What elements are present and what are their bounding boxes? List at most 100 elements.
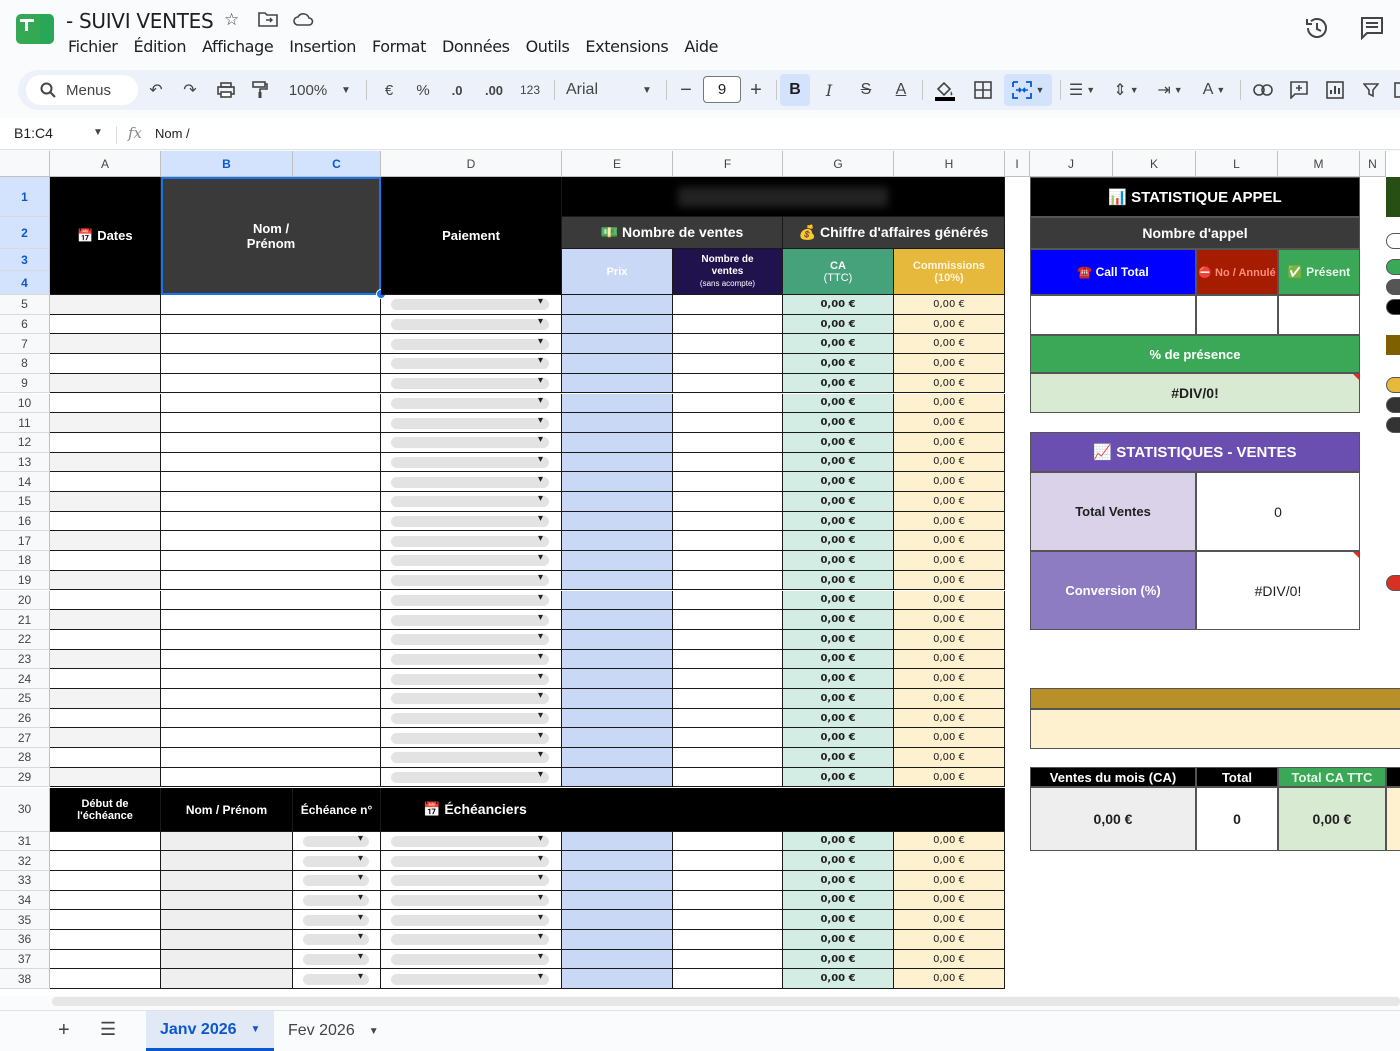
cell-nb-ventes[interactable] — [673, 511, 783, 532]
cell-paiement[interactable] — [381, 492, 562, 512]
cell-prix[interactable] — [562, 890, 673, 911]
cell-nb-ventes[interactable] — [673, 354, 783, 374]
cell-nom[interactable] — [161, 669, 381, 689]
cell-nom[interactable] — [161, 511, 381, 532]
column-header-c[interactable]: C — [293, 151, 381, 177]
cell-nom[interactable] — [161, 373, 381, 394]
cell-nb-ventes[interactable] — [673, 629, 783, 650]
paiement-dropdown[interactable] — [391, 474, 549, 488]
cell-nom[interactable] — [161, 649, 381, 670]
cell-prix[interactable] — [562, 851, 673, 871]
paiement-dropdown[interactable] — [391, 533, 549, 547]
row-header-28[interactable]: 28 — [0, 748, 50, 768]
conversion-label-cell[interactable]: Conversion (%) — [1030, 551, 1196, 630]
cell-ca-ttc[interactable]: 0,00 € — [783, 295, 894, 315]
cell-paiement[interactable] — [381, 413, 562, 433]
cell-date[interactable] — [50, 767, 161, 788]
cell-date[interactable] — [50, 413, 161, 433]
row-header-27[interactable]: 27 — [0, 728, 50, 749]
vertical-align-icon[interactable]: ⇕ ▼ — [1108, 70, 1144, 110]
cell-prix[interactable] — [562, 472, 673, 492]
cell-ca-ttc[interactable]: 0,00 € — [783, 354, 894, 374]
cell-echeance-numero[interactable] — [293, 831, 381, 852]
cell-paiement[interactable] — [381, 570, 562, 591]
row-header-6[interactable]: 6 — [0, 314, 50, 335]
cell-prix[interactable] — [562, 910, 673, 930]
decrease-font-size-button[interactable]: − — [676, 70, 696, 110]
row-header-5[interactable]: 5 — [0, 295, 50, 315]
zoom-select[interactable]: 100% — [282, 70, 334, 110]
column-header-h[interactable]: H — [894, 151, 1005, 177]
cell-echeance-numero[interactable] — [293, 890, 381, 911]
cell-commission[interactable]: 0,00 € — [894, 728, 1005, 749]
document-title[interactable]: - SUIVI VENTES — [66, 9, 214, 33]
cell-prix[interactable] — [562, 314, 673, 335]
cell-paiement[interactable] — [381, 590, 562, 611]
paiement-dropdown[interactable] — [391, 690, 549, 705]
cell-date[interactable] — [50, 669, 161, 689]
cell-ca-ttc[interactable]: 0,00 € — [783, 413, 894, 433]
row-header-37[interactable]: 37 — [0, 949, 50, 970]
row-header-17[interactable]: 17 — [0, 531, 50, 552]
cell-paiement[interactable] — [381, 511, 562, 532]
row-header-12[interactable]: 12 — [0, 432, 50, 453]
font-chevron-down-icon[interactable]: ▼ — [640, 70, 654, 110]
cell-ca-ttc[interactable]: 0,00 € — [783, 551, 894, 571]
cell-commission[interactable]: 0,00 € — [894, 295, 1005, 315]
pct-presence-header[interactable]: % de présence — [1030, 335, 1360, 373]
cell-echeance-numero[interactable] — [293, 930, 381, 950]
cell-ca-ttc[interactable]: 0,00 € — [783, 511, 894, 532]
cell-paiement[interactable] — [381, 393, 562, 414]
paiement-dropdown[interactable] — [391, 434, 549, 449]
clipped-status-marker[interactable] — [1386, 279, 1400, 295]
paint-format-icon[interactable] — [246, 70, 274, 110]
echeance-dropdown[interactable] — [303, 872, 369, 887]
cell-ca-ttc[interactable]: 0,00 € — [783, 851, 894, 871]
ventes-mois-header[interactable]: Ventes du mois (CA) — [1030, 767, 1196, 787]
cell-ca-ttc[interactable]: 0,00 € — [783, 472, 894, 492]
echeanciers-header[interactable]: 📅 Échéanciers — [381, 788, 1005, 832]
cell-date[interactable] — [50, 551, 161, 571]
column-header-b[interactable]: B — [161, 151, 293, 177]
ventes-mois-value[interactable]: 0,00 € — [1030, 787, 1196, 851]
cell-commission[interactable]: 0,00 € — [894, 590, 1005, 611]
sheet-tab-janv-2026[interactable]: Janv 2026 ▼ — [146, 1011, 275, 1051]
paiement-dropdown[interactable] — [391, 833, 549, 847]
row-header-4[interactable]: 4 — [0, 271, 50, 295]
cell-nom[interactable] — [161, 452, 381, 473]
clipped-status-marker[interactable] — [1386, 417, 1400, 433]
cell-date[interactable] — [50, 531, 161, 552]
nombre-appel-header[interactable]: Nombre d'appel — [1030, 217, 1360, 249]
menu-insertion[interactable]: Insertion — [281, 35, 364, 58]
decrease-decimal-button[interactable]: .0 — [444, 70, 470, 110]
cell-date[interactable] — [50, 890, 161, 911]
cell-prix[interactable] — [562, 570, 673, 591]
cell-nb-ventes[interactable] — [673, 930, 783, 950]
cell-commission[interactable]: 0,00 € — [894, 669, 1005, 689]
fill-color-icon[interactable] — [930, 70, 960, 110]
extra-value-cell[interactable] — [1386, 787, 1400, 851]
echeance-dropdown[interactable] — [303, 931, 369, 946]
commissions-header[interactable]: Commissions (10%) — [894, 249, 1005, 295]
ca-ttc-header[interactable]: CA (TTC) — [783, 249, 894, 295]
paiement-dropdown[interactable] — [391, 572, 549, 587]
cell-paiement[interactable] — [381, 295, 562, 315]
cell-date[interactable] — [50, 472, 161, 492]
clipped-block-brown[interactable] — [1386, 335, 1400, 355]
cell-commission[interactable]: 0,00 € — [894, 334, 1005, 355]
cell-ca-ttc[interactable]: 0,00 € — [783, 767, 894, 788]
cell-nb-ventes[interactable] — [673, 432, 783, 453]
column-header-g[interactable]: G — [783, 151, 894, 177]
cell-nb-ventes[interactable] — [673, 295, 783, 315]
cell-date[interactable] — [50, 728, 161, 749]
cell-date[interactable] — [50, 629, 161, 650]
more-formats-button[interactable]: 123 — [516, 70, 544, 110]
cell-date[interactable] — [50, 354, 161, 374]
paiement-dropdown[interactable] — [391, 316, 549, 331]
row-header-36[interactable]: 36 — [0, 930, 50, 950]
cell-paiement[interactable] — [381, 472, 562, 492]
cell-nom[interactable] — [161, 531, 381, 552]
comments-icon[interactable] — [1358, 14, 1386, 42]
cell-date[interactable] — [50, 511, 161, 532]
cell-prix[interactable] — [562, 590, 673, 611]
